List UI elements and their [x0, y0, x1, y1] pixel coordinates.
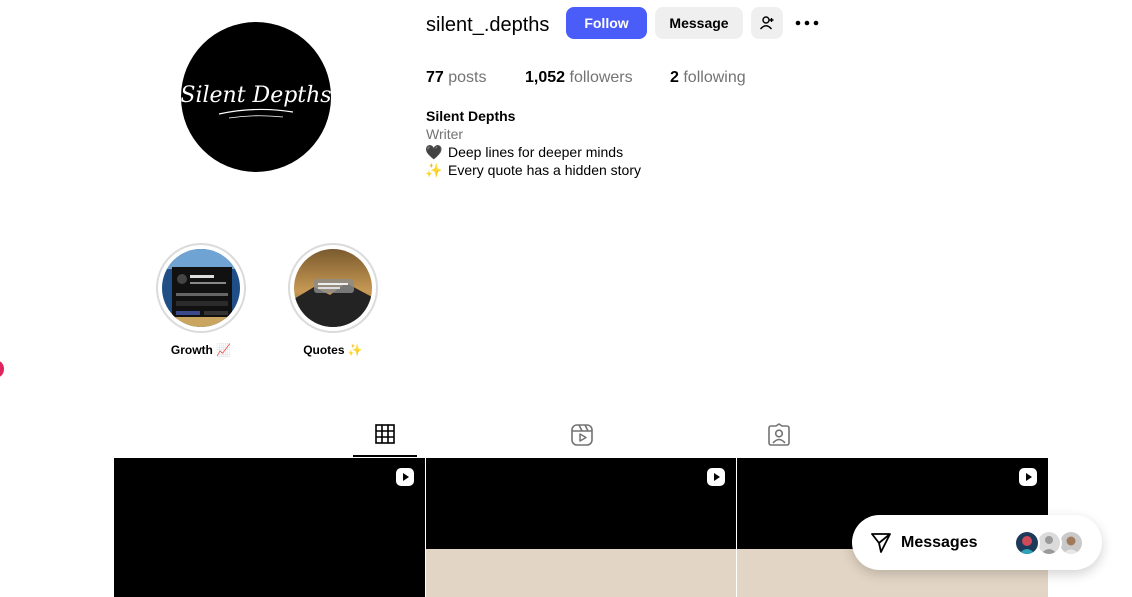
message-button[interactable]: Message	[655, 7, 743, 39]
sparkles-icon: ✨	[425, 162, 443, 178]
more-options-button[interactable]	[791, 7, 823, 39]
bio-line-1-text: Deep lines for deeper minds	[448, 144, 624, 160]
followers-count: 1,052	[525, 69, 566, 86]
follow-button[interactable]: Follow	[566, 7, 647, 39]
direct-message-icon	[871, 533, 891, 553]
following-count: 2	[670, 69, 679, 86]
highlight-cover-growth	[162, 249, 240, 327]
avatar	[1014, 530, 1040, 556]
profile-avatar[interactable]: Silent Depths	[181, 22, 331, 172]
tab-posts[interactable]	[353, 420, 417, 457]
tagged-icon	[768, 423, 790, 446]
post-tile[interactable]	[114, 458, 425, 597]
post-thumbnail	[426, 549, 736, 597]
highlight-quotes[interactable]: Quotes ✨	[288, 243, 378, 357]
highlight-ring	[156, 243, 246, 333]
black-heart-icon: 🖤	[425, 144, 443, 160]
more-dots-icon	[795, 20, 819, 26]
posts-grid-icon	[375, 424, 395, 444]
reel-badge-icon	[396, 468, 414, 486]
messages-button[interactable]: Messages	[852, 515, 1102, 570]
highlight-label-growth: Growth 📈	[170, 343, 232, 357]
profile-bio: Silent Depths Writer 🖤 Deep lines for de…	[425, 107, 642, 179]
bio-line-1: 🖤 Deep lines for deeper minds	[425, 143, 641, 161]
bio-line-2-text: Every quote has a hidden story	[448, 162, 642, 178]
bio-name: Silent Depths	[426, 108, 516, 124]
followers-label: followers	[569, 69, 633, 86]
svg-text:Silent Depths: Silent Depths	[181, 83, 331, 108]
highlight-cover-quotes	[294, 249, 372, 327]
post-tile[interactable]	[426, 458, 736, 597]
reel-badge-icon	[707, 468, 725, 486]
profile-username: silent_.depths	[426, 14, 550, 36]
notification-dot	[0, 361, 4, 377]
message-avatars	[1014, 530, 1086, 556]
highlight-growth[interactable]: Growth 📈	[156, 243, 246, 357]
bio-category: Writer	[426, 126, 464, 142]
highlight-ring	[288, 243, 378, 333]
tab-reels[interactable]	[550, 420, 614, 458]
reel-badge-icon	[1019, 468, 1037, 486]
tab-tagged[interactable]	[747, 420, 811, 458]
following-label: following	[683, 69, 746, 86]
profile-tabs	[353, 420, 803, 458]
posts-label: posts	[448, 69, 487, 86]
messages-label: Messages	[901, 534, 978, 551]
following-stat[interactable]: 2 following	[670, 68, 746, 88]
add-user-icon	[759, 16, 774, 30]
posts-stat: 77 posts	[426, 68, 487, 88]
posts-count: 77	[426, 69, 444, 86]
followers-stat[interactable]: 1,052 followers	[525, 68, 633, 88]
bio-line-2: ✨ Every quote has a hidden story	[425, 161, 642, 179]
silent-depths-logo: Silent Depths	[181, 83, 331, 119]
highlight-label-quotes: Quotes ✨	[303, 343, 363, 357]
suggested-users-button[interactable]	[751, 7, 783, 39]
reels-icon	[571, 424, 593, 446]
